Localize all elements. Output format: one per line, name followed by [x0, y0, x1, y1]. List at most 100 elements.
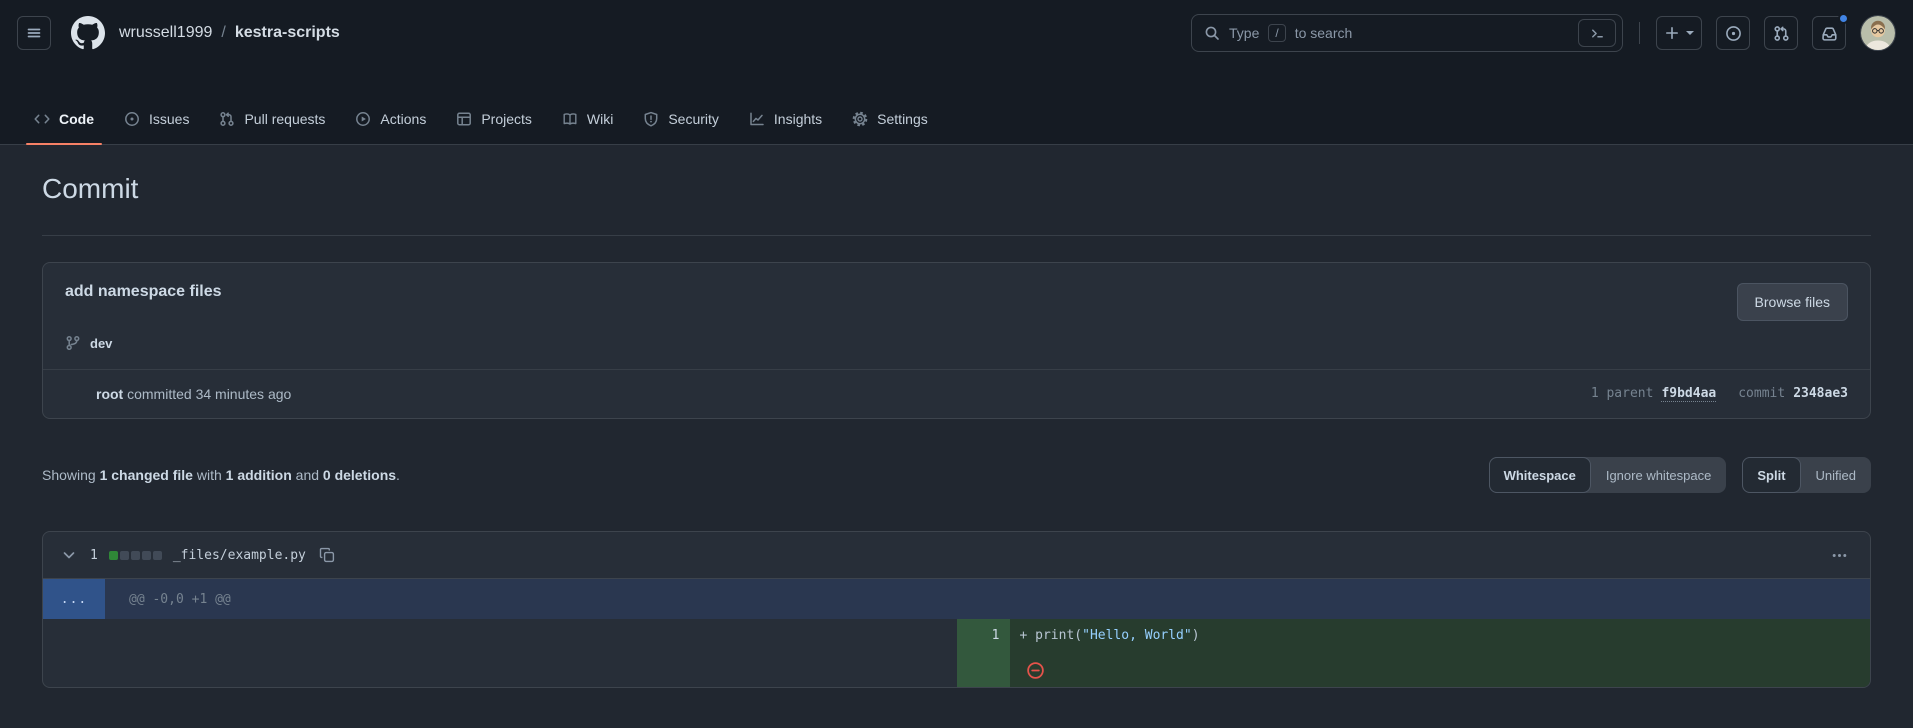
header-divider [1639, 22, 1640, 44]
hunk-header: @@ -0,0 +1 @@ [105, 579, 231, 619]
diff-summary-row: Showing 1 changed file with 1 addition a… [42, 453, 1871, 497]
whitespace-toggle-group: Whitespace Ignore whitespace [1489, 457, 1727, 493]
tab-code[interactable]: Code [24, 94, 104, 144]
slash-key-hint: / [1268, 24, 1285, 42]
code-icon [34, 111, 50, 127]
committed-time: committed 34 minutes ago [123, 386, 291, 402]
tab-issues-label: Issues [149, 111, 189, 127]
split-view-button[interactable]: Split [1742, 457, 1800, 493]
breadcrumb: wrussell1999 / kestra-scripts [119, 24, 340, 42]
tab-security-label: Security [668, 111, 719, 127]
play-icon [355, 111, 371, 127]
split-diff: 1 + print("Hello, World") [43, 619, 1870, 687]
tab-wiki-label: Wiki [587, 111, 613, 127]
commit-sha-info: 1 parent f9bd4aa commit 2348ae3 [1591, 386, 1848, 402]
inbox-button[interactable] [1812, 16, 1846, 50]
diff-view-controls: Whitespace Ignore whitespace Split Unifi… [1489, 457, 1871, 493]
breadcrumb-owner[interactable]: wrussell1999 [119, 24, 212, 42]
command-palette-button[interactable] [1578, 19, 1616, 47]
tab-settings-label: Settings [877, 111, 928, 127]
book-icon [562, 111, 578, 127]
diff-file-card: 1 _files/example.py ... @@ -0,0 +1 @@ [42, 531, 1871, 688]
added-code-line: + print("Hello, World") [1010, 619, 1871, 653]
whitespace-button[interactable]: Whitespace [1489, 457, 1591, 493]
search-placeholder-suffix: to search [1295, 25, 1353, 41]
expand-hunk-button[interactable]: ... [43, 579, 105, 619]
file-options-button[interactable] [1825, 543, 1854, 568]
shield-icon [643, 111, 659, 127]
commit-meta-row: root committed 34 minutes ago 1 parent f… [43, 369, 1870, 418]
tab-insights[interactable]: Insights [739, 94, 832, 144]
parent-sha-link[interactable]: f9bd4aa [1661, 386, 1716, 402]
diffstat-blocks [109, 551, 162, 560]
tab-actions-label: Actions [380, 111, 426, 127]
tab-actions[interactable]: Actions [345, 94, 436, 144]
avatar[interactable] [1860, 15, 1896, 51]
line-number[interactable]: 1 [957, 619, 1010, 653]
commit-card: add namespace files Browse files dev roo… [42, 262, 1871, 419]
diff-left-pane [43, 619, 957, 687]
branch-name[interactable]: dev [90, 336, 112, 351]
committer-name: root [96, 386, 123, 402]
git-branch-icon [65, 335, 81, 351]
deletions-count: 0 deletions [323, 467, 396, 483]
diff-file-header: 1 _files/example.py [43, 532, 1870, 579]
tab-security[interactable]: Security [633, 94, 729, 144]
string-literal: "Hello, World" [1082, 628, 1192, 643]
file-additions-count: 1 [90, 548, 98, 563]
browse-files-button[interactable]: Browse files [1737, 283, 1848, 321]
terminal-icon [1590, 26, 1605, 41]
github-logo[interactable] [71, 16, 105, 50]
create-new-button[interactable] [1656, 16, 1702, 50]
table-icon [456, 111, 472, 127]
hamburger-menu-button[interactable] [17, 16, 51, 50]
tab-issues[interactable]: Issues [114, 94, 199, 144]
diff-hunk-row: ... @@ -0,0 +1 @@ [43, 579, 1870, 619]
commit-label: commit [1738, 386, 1785, 401]
plus-icon [1664, 25, 1680, 41]
commit-branch-row: dev [43, 327, 1870, 369]
page-title: Commit [42, 173, 1871, 205]
additions-count: 1 addition [226, 467, 292, 483]
copy-path-button[interactable] [317, 545, 337, 565]
tab-wiki[interactable]: Wiki [552, 94, 623, 144]
split-unified-toggle-group: Split Unified [1742, 457, 1871, 493]
tab-pull-requests-label: Pull requests [244, 111, 325, 127]
file-path[interactable]: _files/example.py [173, 548, 306, 563]
main-content: Commit add namespace files Browse files … [0, 145, 1913, 688]
pull-requests-dashboard-button[interactable] [1764, 16, 1798, 50]
graph-icon [749, 111, 765, 127]
hamburger-icon [26, 25, 42, 41]
diffstat-neutral-block [142, 551, 151, 560]
search-icon [1204, 25, 1220, 41]
git-pull-request-icon [1773, 25, 1790, 42]
global-header: wrussell1999 / kestra-scripts Type / to … [0, 0, 1913, 66]
unread-notification-dot [1838, 13, 1849, 24]
no-newline-row [1010, 653, 1871, 687]
unified-view-button[interactable]: Unified [1801, 457, 1871, 493]
tab-settings[interactable]: Settings [842, 94, 938, 144]
commit-card-top: add namespace files Browse files [43, 263, 1870, 327]
tab-insights-label: Insights [774, 111, 822, 127]
gear-icon [852, 111, 868, 127]
ignore-whitespace-button[interactable]: Ignore whitespace [1591, 457, 1727, 493]
commit-sha: 2348ae3 [1793, 386, 1848, 401]
copy-icon [319, 547, 335, 563]
tab-projects[interactable]: Projects [446, 94, 542, 144]
tab-pull-requests[interactable]: Pull requests [209, 94, 335, 144]
breadcrumb-separator: / [221, 24, 225, 42]
inbox-icon [1821, 25, 1838, 42]
page-header: Commit [42, 173, 1871, 236]
git-pull-request-icon [219, 111, 235, 127]
collapse-file-button[interactable] [59, 545, 79, 565]
breadcrumb-repo[interactable]: kestra-scripts [235, 24, 340, 42]
changed-files-count: 1 changed file [100, 467, 193, 483]
diffstat-neutral-block [131, 551, 140, 560]
issue-opened-icon [1725, 25, 1742, 42]
search-input[interactable]: Type / to search [1191, 14, 1623, 52]
changed-files-summary: Showing 1 changed file with 1 addition a… [42, 467, 400, 483]
repo-tab-bar: Code Issues Pull requests Actions Projec… [0, 66, 1913, 145]
issues-dashboard-button[interactable] [1716, 16, 1750, 50]
diff-right-pane: 1 + print("Hello, World") [957, 619, 1871, 687]
commit-message: add namespace files [65, 283, 222, 301]
